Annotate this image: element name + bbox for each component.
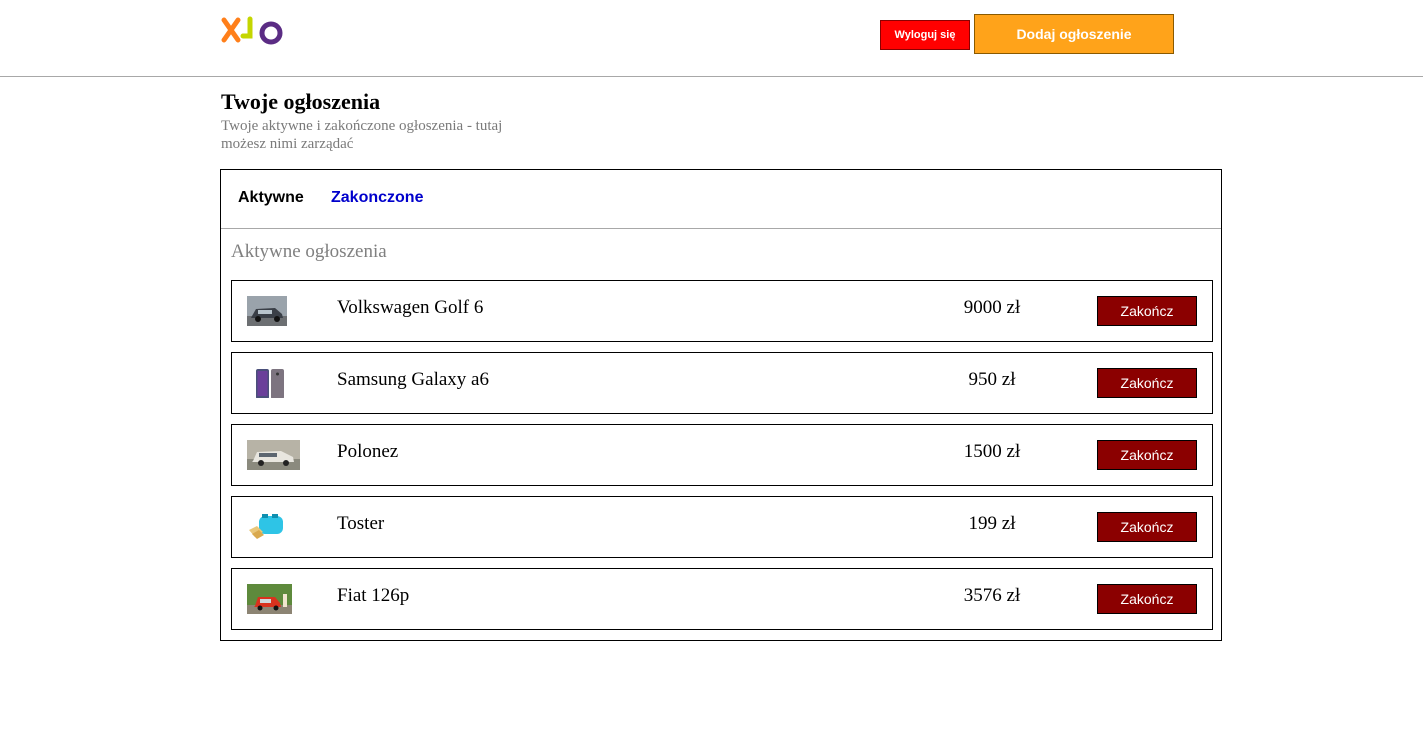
listing-list: Volkswagen Golf 6 9000 zł Zakończ Samsun…	[231, 280, 1213, 640]
end-listing-button[interactable]: Zakończ	[1097, 584, 1197, 614]
end-listing-button[interactable]: Zakończ	[1097, 512, 1197, 542]
section-title: Aktywne ogłoszenia	[231, 241, 387, 262]
tab-ended[interactable]: Zakonczone	[331, 189, 423, 207]
toaster-photo-icon[interactable]	[247, 510, 287, 540]
listings-panel: Aktywne Zakonczone Aktywne ogłoszenia Vo…	[220, 169, 1222, 641]
listing-price: 950 zł	[968, 369, 1016, 390]
page-subtitle: Twoje aktywne i zakończone ogłoszenia - …	[221, 118, 503, 152]
tab-active[interactable]: Aktywne	[238, 189, 304, 207]
car-photo-icon[interactable]	[247, 440, 300, 470]
car-photo-icon[interactable]	[247, 584, 292, 614]
end-listing-button[interactable]: Zakończ	[1097, 440, 1197, 470]
car-photo-icon[interactable]	[247, 296, 287, 326]
phone-photo-icon[interactable]	[252, 368, 288, 398]
page-title: Twoje ogłoszenia	[221, 89, 381, 114]
logout-button[interactable]: Wyloguj się	[880, 20, 970, 50]
listing-price: 9000 zł	[963, 297, 1021, 318]
listing-price: 199 zł	[968, 513, 1016, 534]
top-header: Wyloguj się Dodaj ogłoszenie	[0, 0, 1423, 77]
listing-price: 1500 zł	[963, 441, 1021, 462]
add-listing-button[interactable]: Dodaj ogłoszenie	[974, 14, 1174, 54]
listing-title[interactable]: Fiat 126p	[337, 585, 409, 607]
listing-item: Fiat 126p 3576 zł Zakończ	[231, 568, 1213, 630]
listing-item: Polonez 1500 zł Zakończ	[231, 424, 1213, 486]
end-listing-button[interactable]: Zakończ	[1097, 368, 1197, 398]
listing-title[interactable]: Samsung Galaxy a6	[337, 369, 489, 391]
listing-item: Volkswagen Golf 6 9000 zł Zakończ	[231, 280, 1213, 342]
listing-item: Toster 199 zł Zakończ	[231, 496, 1213, 558]
listing-title[interactable]: Toster	[337, 513, 384, 535]
end-listing-button[interactable]: Zakończ	[1097, 296, 1197, 326]
listing-price: 3576 zł	[963, 585, 1021, 606]
listing-title[interactable]: Polonez	[337, 441, 398, 463]
tab-bar: Aktywne Zakonczone	[221, 170, 1221, 229]
olx-logo-icon[interactable]	[221, 14, 285, 52]
listing-title[interactable]: Volkswagen Golf 6	[337, 297, 483, 319]
listing-item: Samsung Galaxy a6 950 zł Zakończ	[231, 352, 1213, 414]
